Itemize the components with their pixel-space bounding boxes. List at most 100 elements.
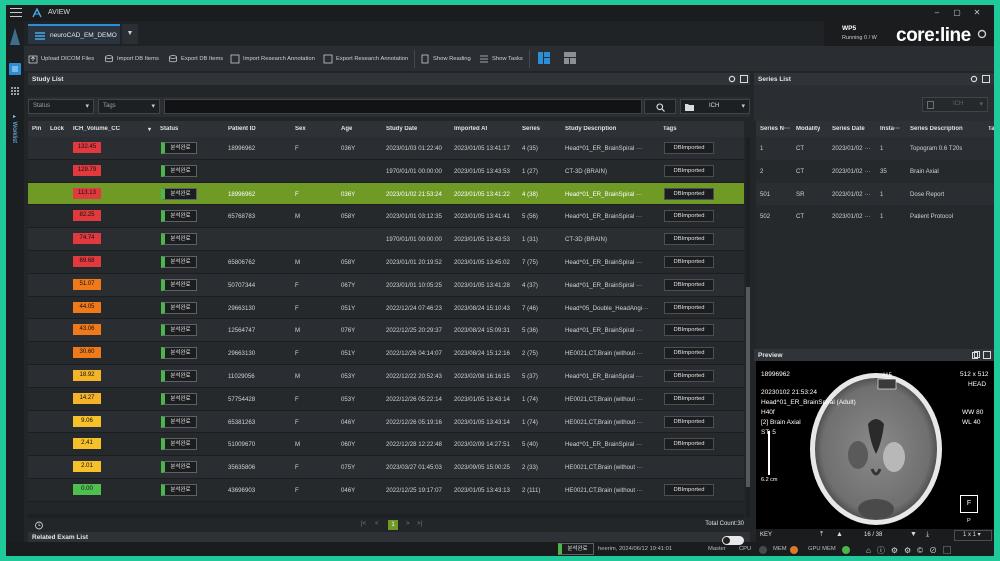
alarm-clock-icon[interactable] [34, 520, 44, 530]
column-series-date[interactable]: Series Date [832, 126, 865, 132]
ct-preview-viewport[interactable]: 18996962 20230102 21:53:24 Head^01_ER_Br… [756, 361, 994, 529]
patient-id-cell: 29663130 [228, 350, 256, 358]
minimize-icon[interactable]: – [932, 8, 942, 18]
age-cell: 053Y [341, 373, 356, 380]
column-tags[interactable]: Tags [663, 126, 677, 132]
last-page-button[interactable]: >| [417, 521, 422, 527]
split-layout-icon[interactable] [538, 52, 550, 64]
column-series-number[interactable]: Series N··· [760, 126, 790, 132]
series-row[interactable]: 2 CT 2023/01/02 ··· 35 Brain Axial [756, 159, 994, 183]
series-row[interactable]: 502 CT 2023/01/02 ··· 1 Patient Protocol [756, 205, 994, 229]
show-tasks-button[interactable]: Show Tasks [479, 51, 523, 67]
search-input[interactable] [164, 99, 642, 114]
table-row[interactable]: 2.01 분석완료 35635806 F 075Y 2023/03/27 01:45:03… [28, 456, 744, 479]
first-page-button[interactable]: |< [361, 521, 366, 527]
column-pin[interactable]: Pin [32, 126, 41, 132]
table-row[interactable]: 74.74 분석완료 1970/01/01 00:00:00 2023/01/05 1… [28, 228, 744, 251]
table-row[interactable]: 0.00 분석완료 43696903 F 046Y 2022/12/25 19:17:07… [28, 479, 744, 502]
table-row[interactable]: 113.13 분석완료 18996962 F 036Y 2023/01/02 21:53:… [28, 182, 744, 206]
project-dropdown-button[interactable]: ▼ [122, 24, 138, 44]
series-row[interactable]: 501 SR 2023/01/02 ··· 1 Dose Report [756, 182, 994, 206]
layout-dropdown[interactable]: 1 x 1 ▾ [954, 530, 992, 541]
close-icon[interactable]: ✕ [972, 8, 982, 18]
first-frame-icon[interactable]: ⤒ [820, 531, 823, 539]
status-badge: 분석완료 [161, 256, 197, 268]
grid-layout-icon[interactable] [564, 52, 576, 64]
status-badge: 분석완료 [161, 438, 197, 451]
maximize-panel-icon[interactable] [983, 351, 991, 359]
column-ich-volume[interactable]: ICH_Volume_CC [73, 126, 120, 132]
table-row[interactable]: 14.27 분석완료 57754428 F 053Y 2022/12/26 05:22:1… [28, 387, 744, 411]
export-db-button[interactable]: Export DB Items [168, 51, 223, 67]
maximize-panel-icon[interactable] [982, 75, 990, 83]
grid-view-icon[interactable] [9, 85, 21, 97]
import-research-annotation-button[interactable]: Import Research Annotation [230, 51, 315, 67]
upload-dicom-button[interactable]: Upload DICOM Files [28, 51, 94, 67]
gear-icon[interactable] [728, 75, 736, 83]
patient-id-cell: 35635806 [228, 464, 256, 472]
table-row[interactable]: 9.06 분석완료 65381263 F 046Y 2022/12/26 05:19:16… [28, 410, 744, 434]
column-age[interactable]: Age [341, 126, 352, 132]
tags-filter-dropdown[interactable]: Tags ▾ [98, 99, 160, 114]
table-row[interactable]: 82.25 분석완료 65768783 M 058Y 2023/01/01 03:12:3… [28, 205, 744, 229]
show-reading-button[interactable]: Show Reading [420, 51, 471, 67]
table-row[interactable]: 69.68 분석완료 65806762 M 058Y 2023/01/01 20:19:5… [28, 251, 744, 274]
list-view-icon[interactable] [9, 63, 21, 75]
project-tab[interactable]: neuroCAD_EM_DEMO [28, 24, 120, 44]
column-imported-at[interactable]: Imported At [454, 126, 487, 132]
column-modality[interactable]: Modality [796, 126, 820, 132]
table-row[interactable]: 132.45 분석완료 18996962 F 036Y 2023/01/03 01:22:… [28, 137, 744, 160]
table-row[interactable]: 43.06 분석완료 12564747 M 076Y 2022/12/25 20:29:3… [28, 319, 744, 343]
column-series[interactable]: Series [522, 126, 540, 132]
column-series-description[interactable]: Series Description [910, 126, 963, 132]
prev-page-button[interactable]: < [375, 521, 379, 527]
column-instance[interactable]: Insta··· [880, 126, 900, 132]
status-icons[interactable]: ⌂ⓘ⚙⚙©⊘▢ [866, 545, 957, 556]
table-row[interactable]: 44.05 분석완료 29663130 F 051Y 2022/12/24 07:46:2… [28, 296, 744, 320]
column-series-tags[interactable]: Ta [988, 126, 994, 132]
column-study-date[interactable]: Study Date [386, 126, 417, 132]
series-view-mode-dropdown[interactable]: ICH ▾ [922, 97, 988, 112]
menu-icon[interactable] [10, 8, 22, 18]
table-row[interactable]: 30.60 분석완료 29663130 F 051Y 2022/12/26 04:14:0… [28, 342, 744, 365]
sex-cell: F [295, 487, 299, 494]
series-cell: 1 (74) [522, 418, 538, 426]
scrollbar-thumb[interactable] [746, 287, 750, 487]
toggle-switch[interactable] [722, 536, 744, 545]
settings-icon[interactable] [976, 28, 988, 40]
maximize-panel-icon[interactable] [740, 75, 748, 83]
ich-volume-badge: 9.06 [73, 415, 101, 427]
last-frame-icon[interactable]: ⤓ [926, 531, 929, 539]
key-label: KEY [760, 532, 773, 538]
view-mode-dropdown[interactable]: ICH ▾ [680, 99, 750, 114]
study-description-cell: Head^05_Double_HeadAngi··· [565, 304, 649, 312]
table-row[interactable]: 51.07 분석완료 50707344 F 067Y 2023/01/01 10:05:2… [28, 273, 744, 297]
export-research-annotation-button[interactable]: Export Research Annotation [323, 51, 408, 67]
column-sex[interactable]: Sex [295, 126, 306, 132]
table-row[interactable]: 2.41 분석완료 51009670 M 060Y 2022/12/28 12:22:48… [28, 433, 744, 457]
column-study-description[interactable]: Study Description [565, 126, 616, 132]
sort-chevron-icon[interactable]: ▾ [148, 126, 151, 133]
related-exam-list-header[interactable]: Related Exam List [28, 532, 750, 542]
search-button[interactable] [644, 99, 676, 114]
series-row[interactable]: 1 CT 2023/01/02 ··· 1 Topogram 0.6 T20s [756, 137, 994, 160]
worklist-tab[interactable]: ▸ Worklist [11, 113, 18, 143]
vertical-scrollbar[interactable] [746, 137, 750, 517]
gear-icon[interactable] [970, 75, 978, 83]
import-db-button[interactable]: Import DB Items [104, 51, 159, 67]
next-page-button[interactable]: > [406, 521, 410, 527]
column-lock[interactable]: Lock [50, 126, 64, 132]
current-page[interactable]: 1 [388, 520, 398, 530]
next-frame-icon[interactable]: ▼ [910, 531, 917, 538]
column-patient-id[interactable]: Patient ID [228, 126, 256, 132]
status-bar: 분석완료 heerim, 2024/06/12 19:41:01 Master … [6, 536, 994, 556]
copy-icon[interactable] [972, 351, 980, 359]
table-row[interactable]: 129.79 분석완료 1970/01/01 00:00:00 2023/01/05 … [28, 159, 744, 183]
column-status[interactable]: Status [160, 126, 178, 132]
maximize-icon[interactable]: ▢ [952, 8, 962, 18]
overlay-datetime: 20230102 21:53:24 [761, 389, 818, 396]
status-filter-dropdown[interactable]: Status ▾ [28, 99, 94, 114]
prev-frame-icon[interactable]: ▲ [836, 531, 843, 538]
study-date-cell: 2022/12/22 20:52:43 [386, 373, 442, 380]
table-row[interactable]: 18.92 분석완료 11029056 M 053Y 2022/12/22 20:52:4… [28, 365, 744, 388]
